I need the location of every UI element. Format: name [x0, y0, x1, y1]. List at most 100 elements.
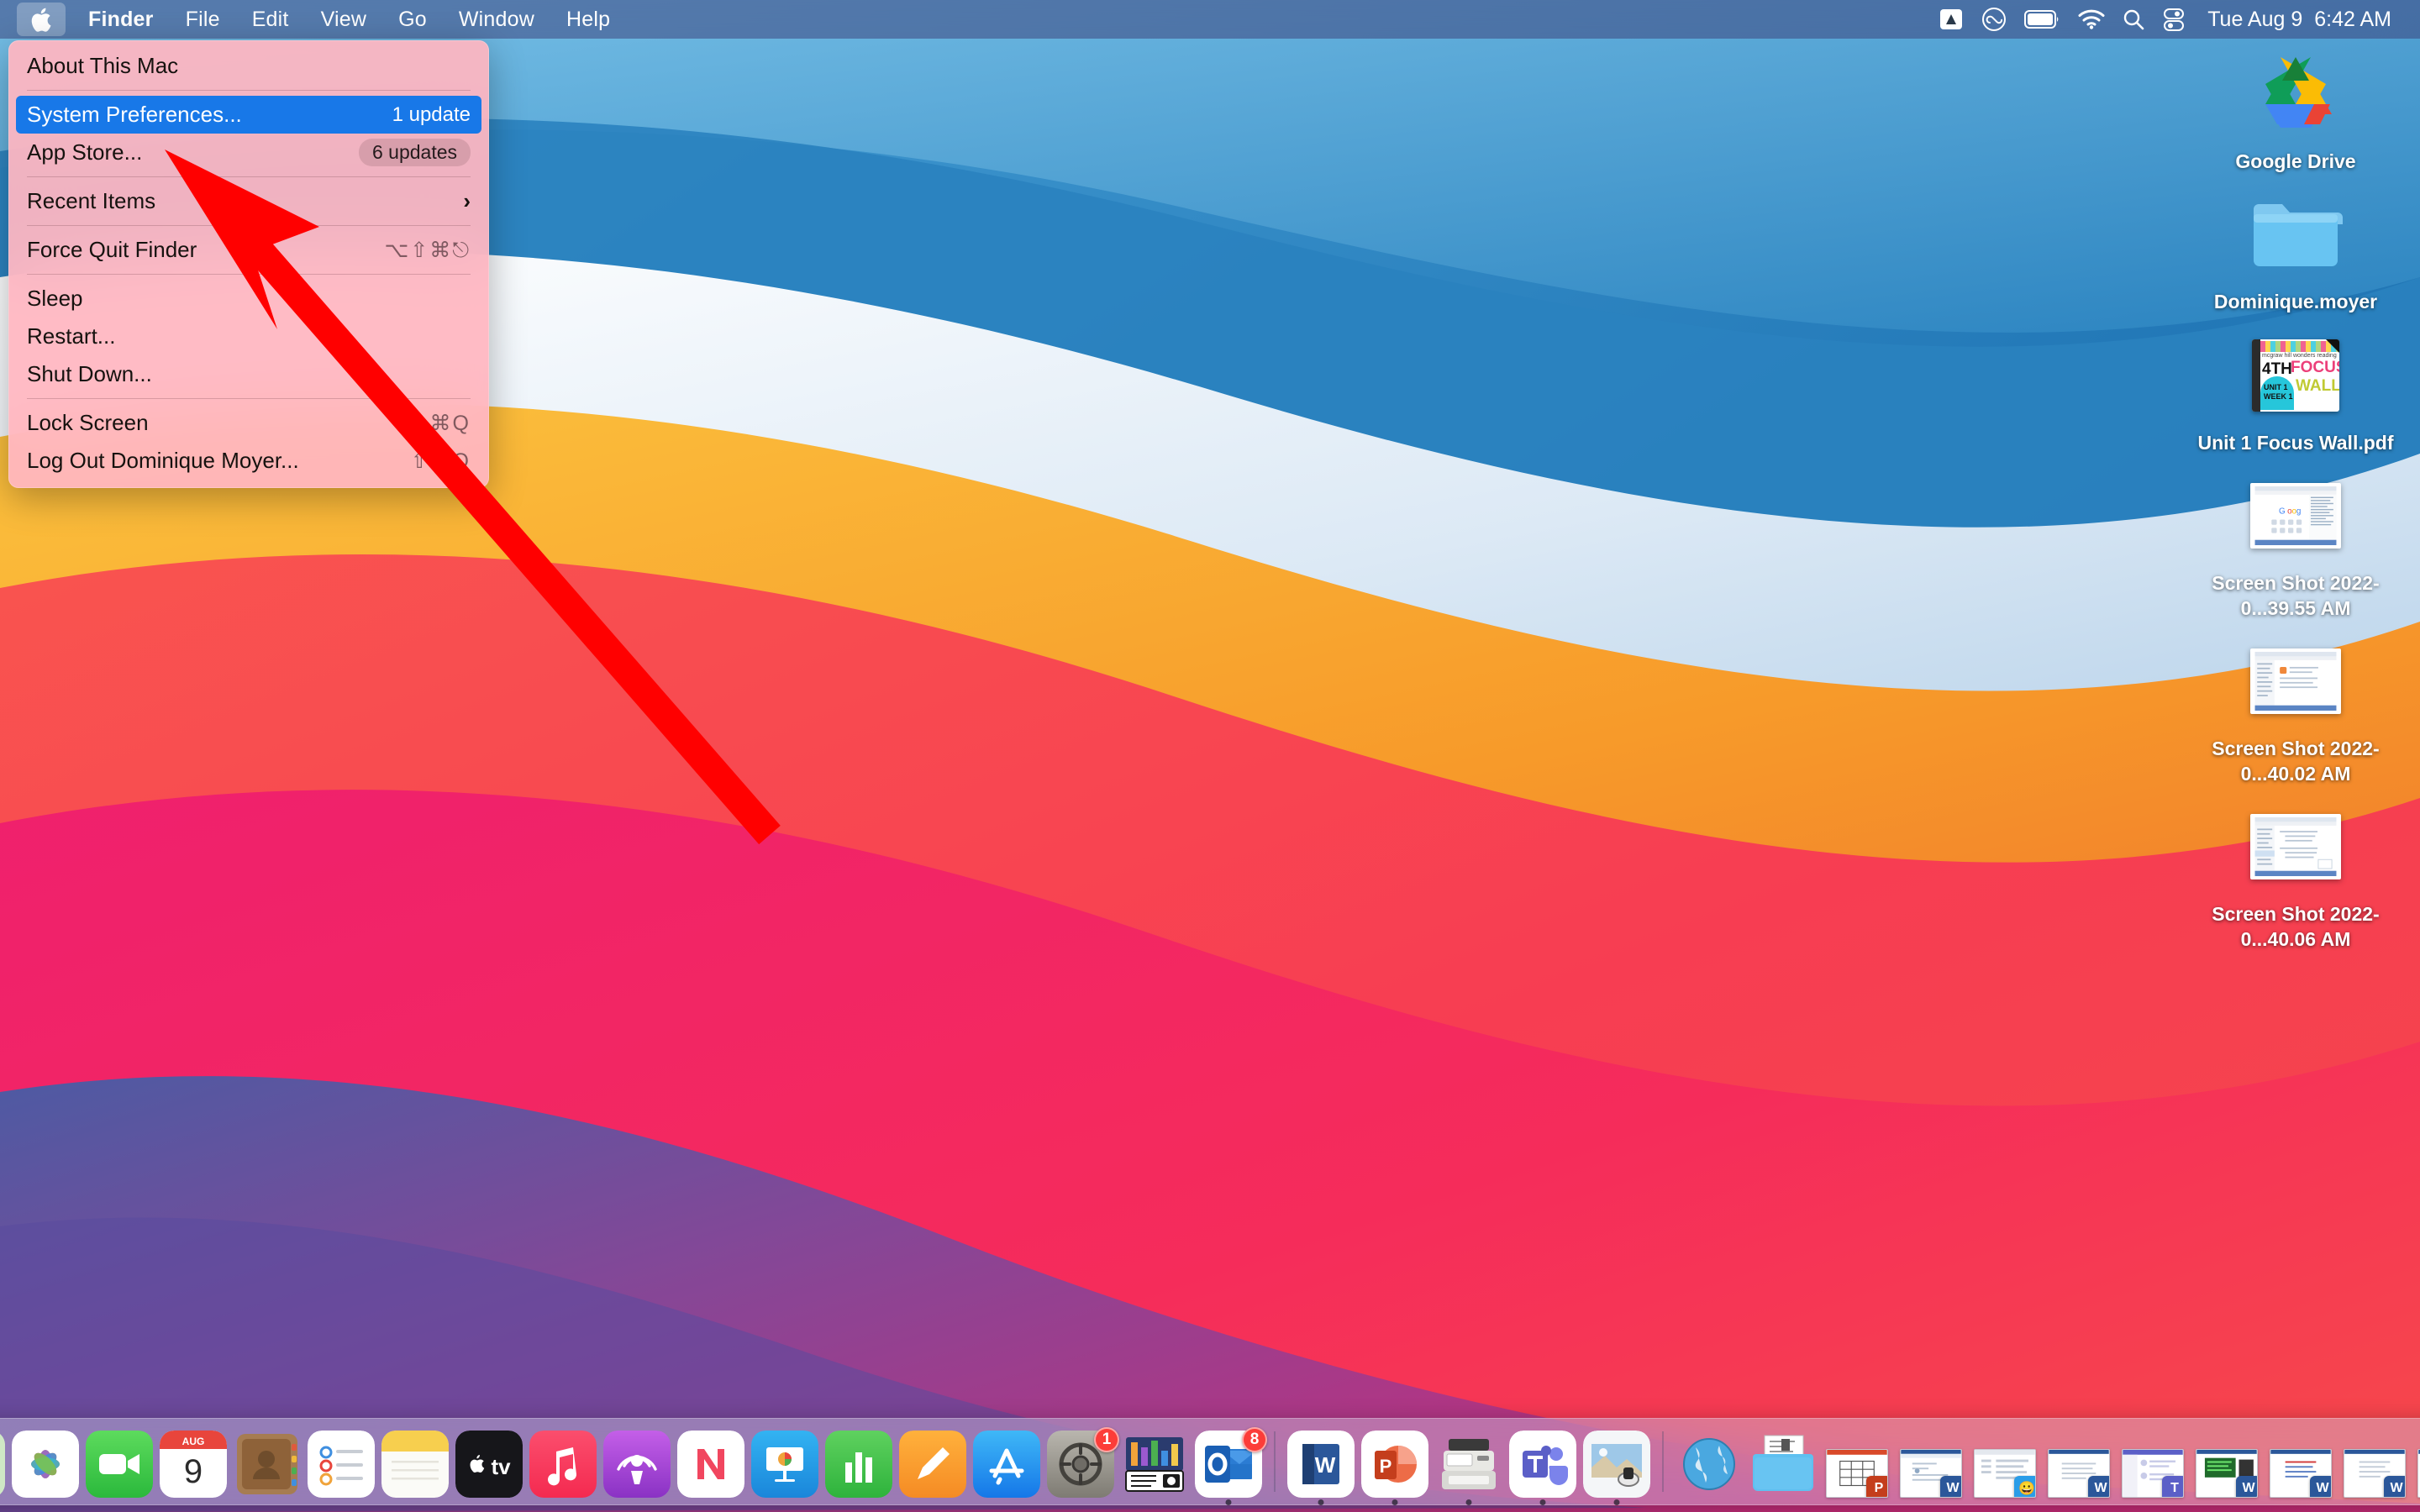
dock-item-facetime[interactable]	[83, 1425, 155, 1498]
calendar-icon: AUG 9	[160, 1431, 227, 1498]
notes-icon	[381, 1431, 449, 1498]
dock-item-microsoft-word[interactable]: W	[1285, 1425, 1357, 1505]
desktop-icon-screen-shot-40-06[interactable]: Screen Shot 2022-0...40.06 AM	[2191, 798, 2401, 952]
dock-item-microsoft-outlook[interactable]: 8	[1192, 1425, 1267, 1505]
menu-separator	[27, 274, 471, 275]
menu-item-label: Shut Down...	[27, 361, 152, 386]
menu-bar-item-go[interactable]: Go	[382, 3, 443, 36]
dock-item-minimized-word-4[interactable]: W	[2265, 1425, 2337, 1498]
clock-date: Tue Aug 9	[2207, 7, 2303, 31]
chevron-right-icon: ›	[463, 188, 471, 213]
menu-separator	[27, 90, 471, 91]
dock-separator-2	[1662, 1431, 1664, 1492]
menu-item-app-store[interactable]: App Store... 6 updates	[16, 134, 481, 171]
menu-bar-item-edit[interactable]: Edit	[236, 3, 305, 36]
dock-item-system-preferences[interactable]: 1	[1044, 1425, 1119, 1498]
svg-text:9: 9	[184, 1453, 203, 1490]
dock-item-notes[interactable]	[379, 1425, 451, 1498]
screenshot-thumbnail	[2247, 798, 2344, 895]
apple-tv-icon: tv	[455, 1431, 523, 1498]
dock-item-calendar[interactable]: AUG 9	[157, 1425, 229, 1498]
news-icon	[677, 1431, 744, 1498]
dock-item-minimized-finder-1[interactable]: 😀	[1969, 1425, 2041, 1498]
menu-item-force-quit-finder[interactable]: Force Quit Finder ⌥⇧⌘⎋	[16, 231, 481, 269]
pdf-thumb-wall: WALL	[2296, 376, 2339, 395]
dock-item-photos[interactable]	[9, 1425, 82, 1498]
dock-item-reminders[interactable]	[305, 1425, 377, 1498]
control-center-icon[interactable]	[2154, 3, 2194, 36]
word-icon: W	[1287, 1431, 1355, 1498]
dock-item-microsoft-powerpoint[interactable]: P	[1359, 1425, 1431, 1505]
menu-item-sleep[interactable]: Sleep	[16, 280, 481, 318]
menu-item-shut-down[interactable]: Shut Down...	[16, 355, 481, 393]
dock-item-news[interactable]	[675, 1425, 747, 1498]
menu-bar-item-finder[interactable]: Finder	[72, 3, 170, 36]
menu-item-about-this-mac[interactable]: About This Mac	[16, 47, 481, 85]
dock-item-network-globe[interactable]	[1673, 1425, 1745, 1498]
running-indicator	[1539, 1499, 1546, 1505]
menu-item-restart[interactable]: Restart...	[16, 318, 481, 355]
dock-item-apple-tv[interactable]: tv	[453, 1425, 525, 1498]
battery-icon[interactable]	[2016, 3, 2070, 36]
desktop-icon-label: Screen Shot 2022-0...39.55 AM	[2212, 572, 2380, 619]
dock-item-minimized-teams-1[interactable]: T	[2117, 1425, 2189, 1498]
menu-item-log-out[interactable]: Log Out Dominique Moyer... ⇧⌘Q	[16, 442, 481, 480]
downloads-stack-icon	[1749, 1431, 1817, 1498]
menu-bar-clock[interactable]: Tue Aug 9 6:42 AM	[2194, 8, 2398, 32]
dock-item-contacts[interactable]	[231, 1425, 303, 1498]
dock-item-image-capture[interactable]	[1118, 1425, 1191, 1498]
menu-item-system-preferences[interactable]: System Preferences... 1 update	[16, 96, 481, 134]
dock-item-pages[interactable]	[897, 1425, 969, 1498]
dock-item-minimized-word-3[interactable]: W	[2191, 1425, 2263, 1498]
maps-icon: 280	[0, 1431, 5, 1498]
desktop-icon-dominique-moyer-folder[interactable]: Dominique.moyer	[2191, 186, 2401, 314]
menu-bar-item-view[interactable]: View	[305, 3, 383, 36]
keynote-icon	[751, 1431, 818, 1498]
running-indicator	[1225, 1499, 1232, 1505]
word-badge-icon: W	[2384, 1476, 2405, 1497]
menu-item-label: Sleep	[27, 286, 83, 311]
minimized-window-thumbnail: W	[2048, 1449, 2110, 1498]
apple-menu-dropdown[interactable]: About This Mac System Preferences... 1 u…	[8, 40, 489, 488]
desktop-icon-unit-1-focus-wall-pdf[interactable]: mcgraw hill wonders reading 4TH FOCUS WA…	[2191, 327, 2401, 455]
word-badge-icon: W	[2088, 1476, 2109, 1497]
menu-bar-item-file[interactable]: File	[170, 3, 236, 36]
dock-item-downloads-folder[interactable]	[1747, 1425, 1819, 1498]
desktop-icon-label: Unit 1 Focus Wall.pdf	[2197, 431, 2394, 454]
apple-logo-icon	[31, 8, 51, 32]
update-badge: 1 update	[392, 102, 471, 126]
desktop-icon-screen-shot-40-02[interactable]: Screen Shot 2022-0...40.02 AM	[2191, 633, 2401, 786]
wifi-icon[interactable]	[2070, 3, 2113, 36]
apple-menu-button[interactable]	[17, 3, 66, 36]
menu-bar-item-help[interactable]: Help	[550, 3, 626, 36]
dock-item-minimized-word-6[interactable]: W	[2412, 1425, 2420, 1498]
dock-item-app-store[interactable]	[971, 1425, 1043, 1498]
desktop-icon-screen-shot-39-55[interactable]: G o o g Screen Shot 2022-0...39.55 AM	[2191, 467, 2401, 621]
dock[interactable]: 280	[0, 1418, 2420, 1505]
adobe-acrobat-icon[interactable]	[1930, 3, 1972, 36]
dock-item-minimized-powerpoint-1[interactable]: P	[1821, 1425, 1893, 1498]
finder-badge-icon: 😀	[2014, 1476, 2035, 1497]
menu-item-lock-screen[interactable]: Lock Screen ⌃⌘Q	[16, 404, 481, 442]
desktop-icon-google-drive[interactable]: Google Drive	[2191, 45, 2401, 174]
adobe-creative-cloud-icon[interactable]	[1972, 3, 2016, 36]
menu-bar-item-window[interactable]: Window	[443, 3, 550, 36]
dock-item-preview[interactable]	[1581, 1425, 1653, 1505]
dock-item-microsoft-teams[interactable]	[1507, 1425, 1579, 1505]
menu-separator	[27, 398, 471, 399]
menu-item-recent-items[interactable]: Recent Items ›	[16, 182, 481, 220]
word-badge-icon: W	[1940, 1476, 1961, 1497]
dock-item-minimized-word-5[interactable]: W	[2338, 1425, 2411, 1498]
dock-item-printer-utility[interactable]	[1433, 1425, 1505, 1505]
search-icon[interactable]	[2113, 3, 2154, 36]
menu-item-label: App Store...	[27, 139, 143, 165]
facetime-icon	[86, 1431, 153, 1498]
dock-item-minimized-word-2[interactable]: W	[2043, 1425, 2115, 1498]
dock-item-minimized-word-1[interactable]: W	[1895, 1425, 1967, 1498]
menu-separator	[27, 176, 471, 177]
dock-item-maps[interactable]: 280	[0, 1425, 8, 1498]
dock-item-keynote[interactable]	[749, 1425, 821, 1498]
dock-item-podcasts[interactable]	[601, 1425, 673, 1498]
dock-item-numbers[interactable]	[823, 1425, 895, 1498]
dock-item-music[interactable]	[527, 1425, 599, 1498]
